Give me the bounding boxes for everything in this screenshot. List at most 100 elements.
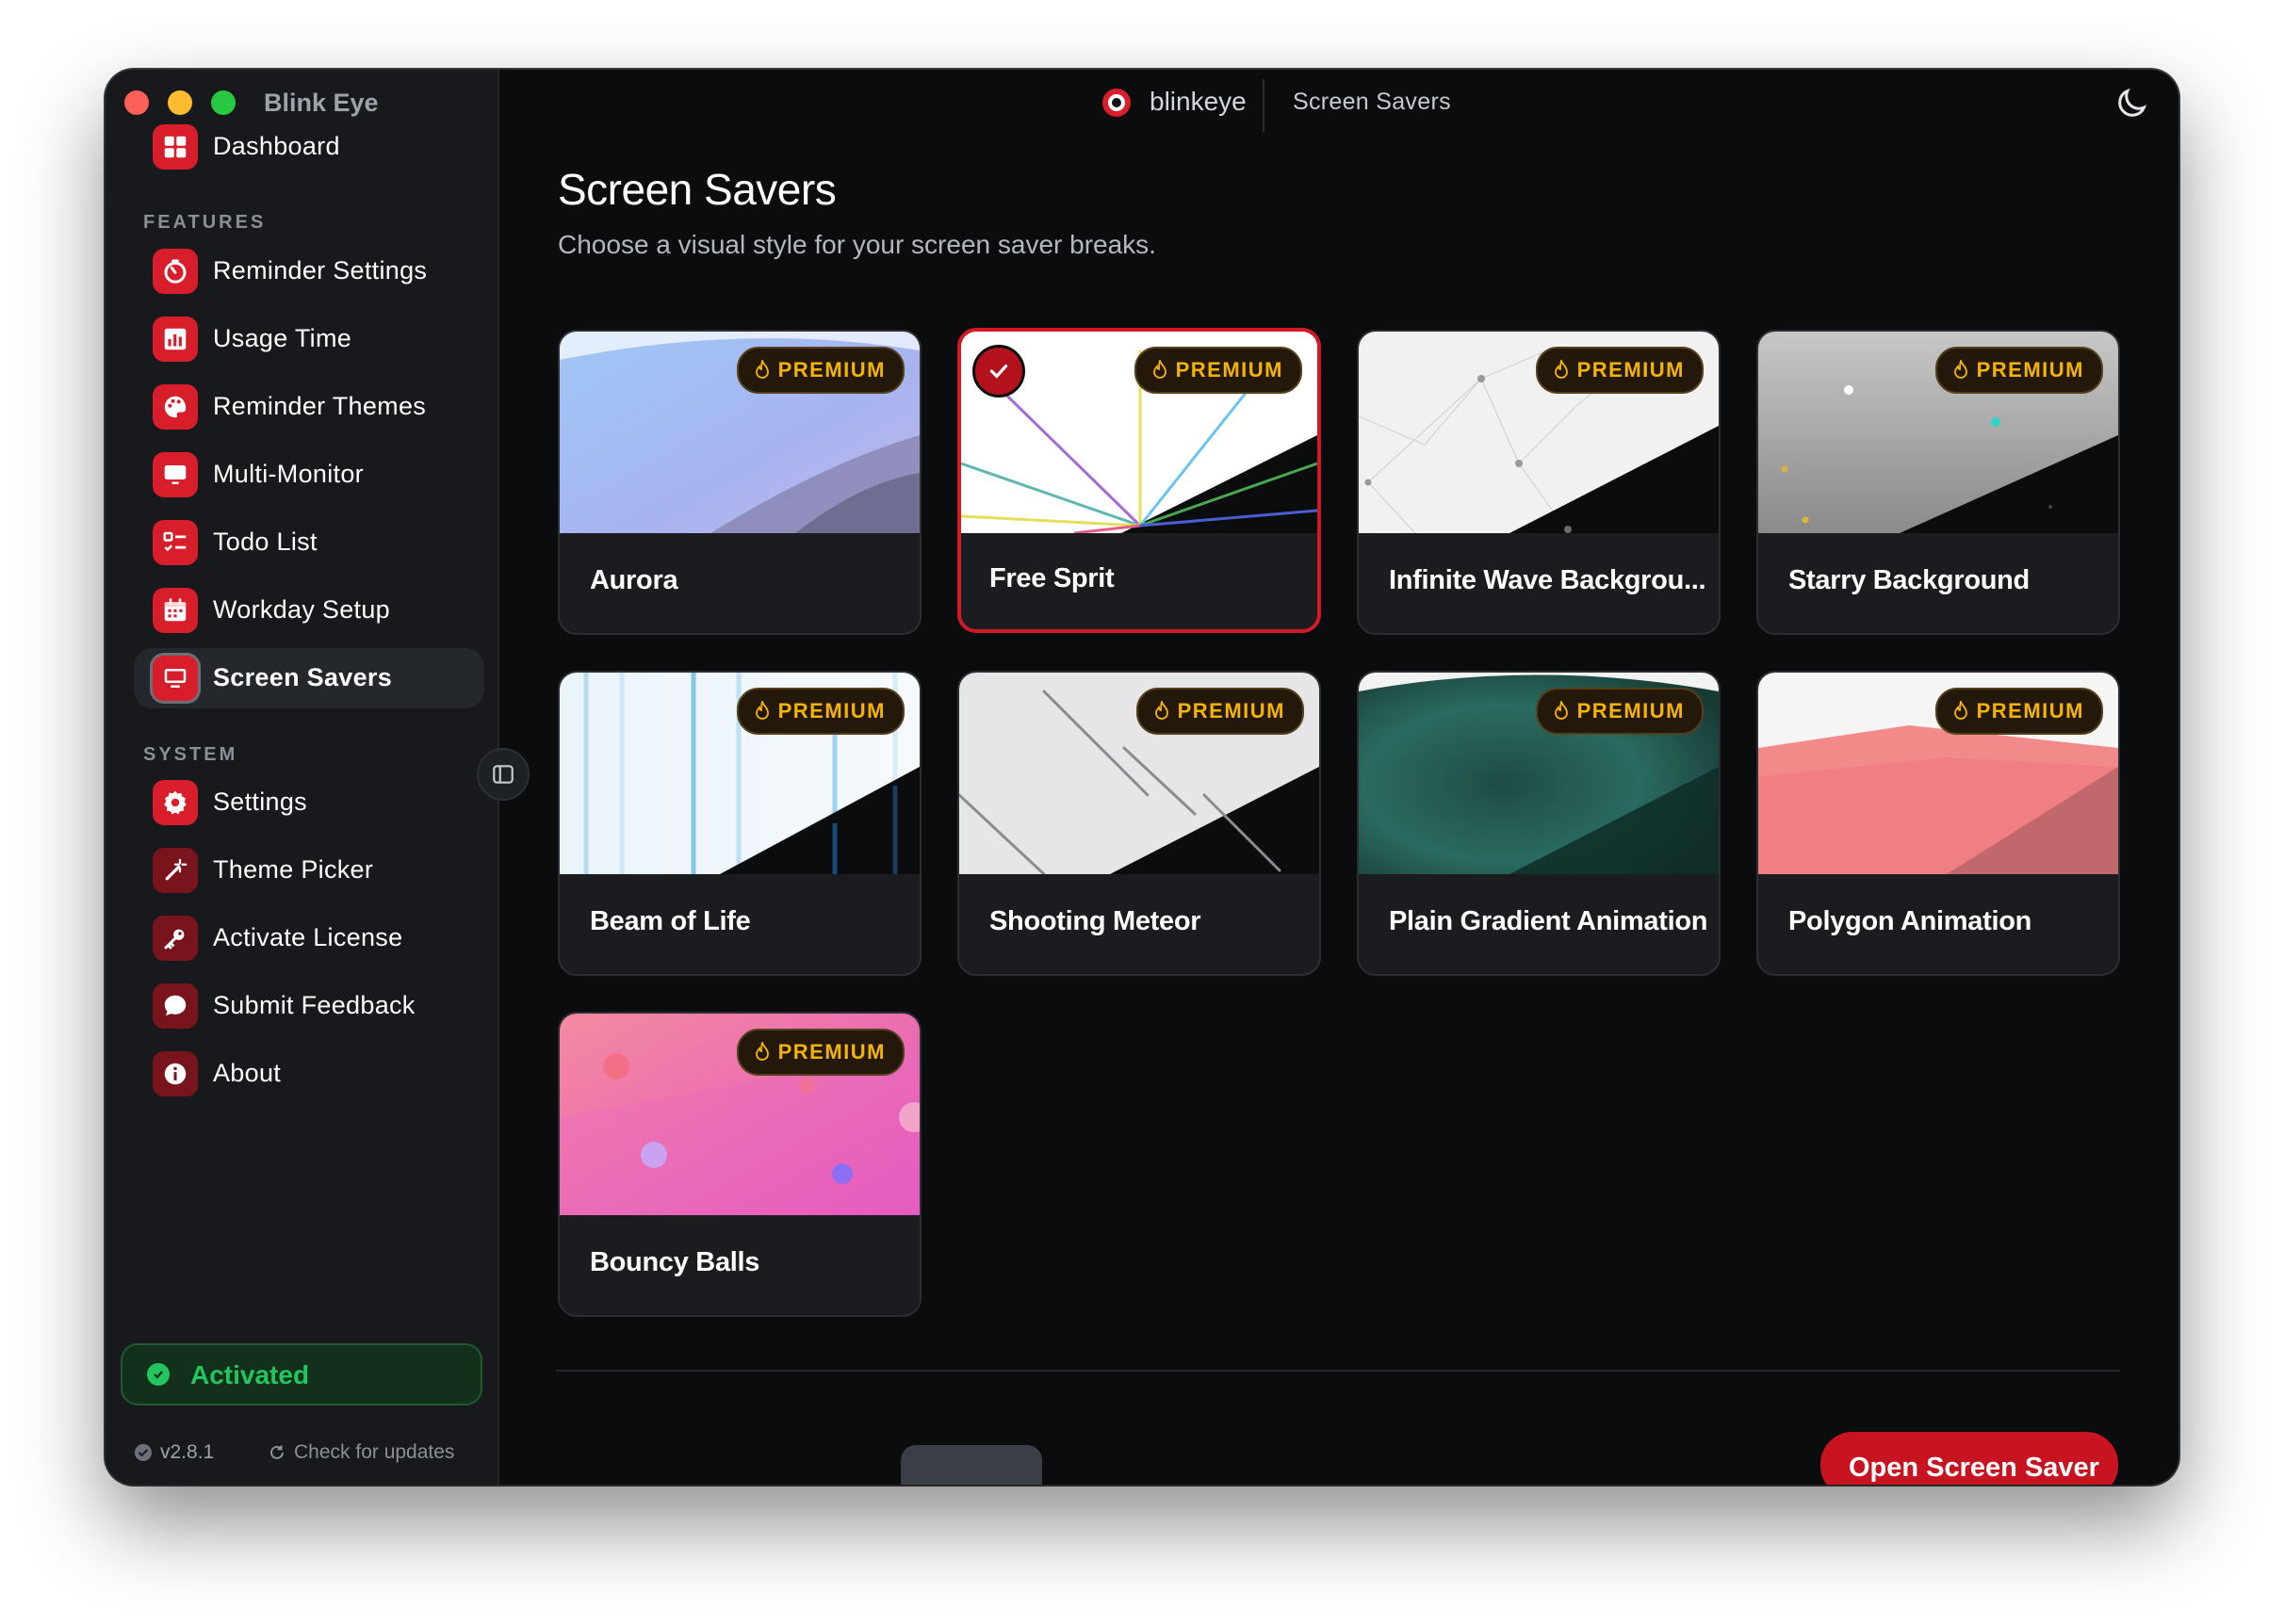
card-title: Aurora bbox=[590, 565, 678, 595]
sidebar-item-label: Usage Time bbox=[213, 324, 352, 352]
flame-icon bbox=[1154, 701, 1168, 720]
page-subtitle: Choose a visual style for your screen sa… bbox=[558, 230, 1156, 259]
sidebar-item-multi-monitor[interactable]: Multi-Monitor bbox=[134, 445, 484, 505]
sidebar-item-label: Settings bbox=[213, 788, 307, 816]
top-bar: blinkeye Screen Savers bbox=[499, 70, 2178, 160]
premium-badge: PREMIUM bbox=[1135, 688, 1304, 735]
check-updates-link[interactable]: Check for updates bbox=[268, 1441, 454, 1464]
dashboard-icon bbox=[153, 124, 198, 170]
sidebar-item-submit-feedback[interactable]: Submit Feedback bbox=[134, 976, 484, 1036]
flame-icon bbox=[1554, 701, 1568, 720]
close-window-button[interactable] bbox=[124, 90, 149, 115]
sidebar-item-screen-savers[interactable]: Screen Savers bbox=[134, 648, 484, 708]
sidebar-item-todo-list[interactable]: Todo List bbox=[134, 512, 484, 573]
flame-icon bbox=[755, 1042, 769, 1061]
card-title: Bouncy Balls bbox=[590, 1247, 760, 1277]
premium-badge: PREMIUM bbox=[1134, 347, 1302, 394]
bar-chart-icon bbox=[153, 317, 198, 362]
app-title: Blink Eye bbox=[264, 89, 379, 117]
sidebar-item-theme-picker[interactable]: Theme Picker bbox=[134, 840, 484, 901]
sidebar-item-label: Workday Setup bbox=[213, 595, 390, 624]
premium-label: PREMIUM bbox=[777, 1040, 886, 1064]
monitor-icon bbox=[153, 452, 198, 497]
features-section-label: FEATURES bbox=[143, 212, 267, 233]
license-status-badge[interactable]: Activated bbox=[121, 1343, 482, 1405]
footer-divider bbox=[556, 1370, 2120, 1372]
sidebar-item-label: Theme Picker bbox=[213, 855, 374, 884]
screen-saver-card-plain-gradient[interactable]: PREMIUM Plain Gradient Animation bbox=[1357, 671, 1721, 976]
sidebar-item-activate-license[interactable]: Activate License bbox=[134, 908, 484, 968]
premium-label: PREMIUM bbox=[1177, 699, 1285, 723]
sidebar-item-label: Dashboard bbox=[213, 132, 340, 160]
premium-label: PREMIUM bbox=[1976, 358, 2084, 382]
secondary-footer-button[interactable] bbox=[901, 1445, 1042, 1485]
refresh-icon bbox=[270, 1445, 284, 1459]
flame-icon bbox=[755, 701, 769, 720]
sidebar-item-about[interactable]: About bbox=[134, 1044, 484, 1104]
premium-label: PREMIUM bbox=[1175, 358, 1283, 382]
card-title: Beam of Life bbox=[590, 906, 751, 936]
sidebar-item-reminder-themes[interactable]: Reminder Themes bbox=[134, 377, 484, 437]
info-icon bbox=[153, 1051, 198, 1096]
sidebar-item-dashboard[interactable]: Dashboard bbox=[134, 117, 484, 177]
flame-icon bbox=[755, 360, 769, 379]
version-label: v2.8.1 bbox=[160, 1441, 215, 1463]
card-title: Polygon Animation bbox=[1788, 906, 2032, 936]
timer-icon bbox=[153, 249, 198, 294]
premium-label: PREMIUM bbox=[777, 358, 886, 382]
card-title: Shooting Meteor bbox=[989, 906, 1201, 936]
blinkeye-logo-icon bbox=[1102, 89, 1131, 117]
screen-saver-card-starry-background[interactable]: PREMIUM Starry Background bbox=[1756, 330, 2120, 635]
sidebar-item-label: Multi-Monitor bbox=[213, 460, 364, 488]
screen-saver-card-beam-of-life[interactable]: PREMIUM Beam of Life bbox=[558, 671, 922, 976]
breadcrumb: Screen Savers bbox=[1293, 89, 1451, 115]
screen-saver-card-aurora[interactable]: PREMIUM Aurora bbox=[558, 330, 922, 635]
system-section-label: SYSTEM bbox=[143, 744, 238, 765]
sidebar-item-settings[interactable]: Settings bbox=[134, 772, 484, 833]
flame-icon bbox=[1953, 701, 1967, 720]
sidebar-toggle-button[interactable] bbox=[477, 748, 530, 801]
open-screen-saver-button[interactable]: Open Screen Saver bbox=[1820, 1432, 2118, 1485]
key-icon bbox=[153, 916, 198, 961]
premium-label: PREMIUM bbox=[1576, 699, 1685, 723]
sidebar-panel-icon bbox=[493, 765, 514, 784]
gear-icon bbox=[153, 780, 198, 825]
minimize-window-button[interactable] bbox=[168, 90, 192, 115]
check-circle-icon bbox=[135, 1444, 152, 1461]
sidebar-item-usage-time[interactable]: Usage Time bbox=[134, 309, 484, 369]
sidebar-item-reminder-settings[interactable]: Reminder Settings bbox=[134, 241, 484, 301]
screen-saver-card-infinite-wave[interactable]: PREMIUM Infinite Wave Backgrou... bbox=[1357, 330, 1721, 635]
version-info: v2.8.1 bbox=[134, 1441, 214, 1464]
screen-saver-card-bouncy-balls[interactable]: PREMIUM Bouncy Balls bbox=[558, 1012, 922, 1317]
moon-icon[interactable] bbox=[2113, 85, 2150, 122]
brand-name: blinkeye bbox=[1150, 87, 1247, 116]
premium-badge: PREMIUM bbox=[1934, 347, 2103, 394]
screen-saver-card-shooting-meteor[interactable]: PREMIUM Shooting Meteor bbox=[957, 671, 1321, 976]
premium-badge: PREMIUM bbox=[736, 347, 905, 394]
sidebar-item-label: Todo List bbox=[213, 528, 318, 556]
screen-icon bbox=[153, 656, 198, 701]
sidebar: Blink Eye Dashboard FEATURES Reminder Se… bbox=[106, 70, 499, 1485]
maximize-window-button[interactable] bbox=[211, 90, 236, 115]
screen-saver-card-free-sprit[interactable]: PREMIUM Free Sprit bbox=[957, 328, 1321, 633]
flame-icon bbox=[1953, 360, 1967, 379]
sidebar-item-label: Reminder Themes bbox=[213, 392, 427, 420]
app-window: Blink Eye Dashboard FEATURES Reminder Se… bbox=[106, 70, 2178, 1485]
calendar-icon bbox=[153, 588, 198, 633]
screen-saver-card-polygon-animation[interactable]: PREMIUM Polygon Animation bbox=[1756, 671, 2120, 976]
sidebar-item-label: Reminder Settings bbox=[213, 256, 428, 284]
sidebar-item-workday-setup[interactable]: Workday Setup bbox=[134, 580, 484, 641]
premium-label: PREMIUM bbox=[1976, 699, 2084, 723]
sidebar-item-label: Screen Savers bbox=[213, 663, 393, 691]
card-title: Plain Gradient Animation bbox=[1389, 906, 1708, 936]
flame-icon bbox=[1152, 360, 1166, 379]
open-screen-saver-label: Open Screen Saver bbox=[1849, 1453, 2099, 1483]
premium-badge: PREMIUM bbox=[736, 688, 905, 735]
premium-badge: PREMIUM bbox=[1535, 688, 1704, 735]
flame-icon bbox=[1554, 360, 1568, 379]
sidebar-item-label: About bbox=[213, 1059, 282, 1087]
card-title: Infinite Wave Backgrou... bbox=[1389, 565, 1706, 595]
premium-badge: PREMIUM bbox=[736, 1029, 905, 1076]
card-title: Free Sprit bbox=[989, 563, 1115, 593]
sidebar-item-label: Submit Feedback bbox=[213, 991, 416, 1019]
